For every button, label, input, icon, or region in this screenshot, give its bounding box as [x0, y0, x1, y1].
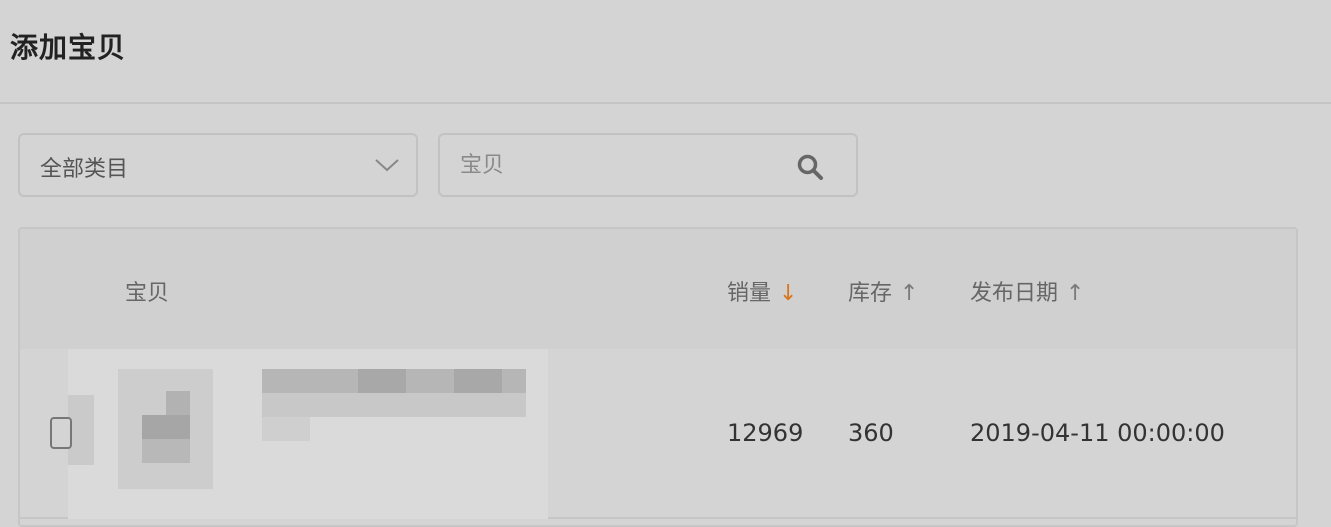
- search-input[interactable]: [440, 135, 780, 195]
- column-header-date[interactable]: 发布日期 ↑: [970, 275, 1084, 307]
- row-checkbox[interactable]: [50, 417, 72, 449]
- product-thumbnail-pixelated: [68, 349, 548, 519]
- column-header-date-label: 发布日期: [970, 281, 1059, 306]
- cell-sales: 12969: [727, 419, 804, 447]
- product-table: 宝贝 销量 ↓ 库存 ↑ 发布日期 ↑ 12969 360 2019-04-11 00…: [18, 227, 1298, 527]
- sort-asc-icon: ↑: [900, 281, 919, 306]
- cell-date: 2019-04-11 00:00:00: [970, 419, 1225, 447]
- column-header-stock[interactable]: 库存 ↑: [848, 275, 918, 307]
- sort-asc-icon: ↑: [1066, 281, 1085, 306]
- page-header: 添加宝贝: [0, 0, 1331, 104]
- column-header-stock-label: 库存: [848, 281, 893, 306]
- search-box: [438, 133, 858, 197]
- cell-stock: 360: [848, 419, 894, 447]
- category-select-value: 全部类目: [40, 157, 129, 182]
- search-icon[interactable]: [796, 153, 824, 181]
- page-title: 添加宝贝: [10, 31, 127, 64]
- column-header-product: 宝贝: [125, 281, 170, 306]
- table-header: 宝贝 销量 ↓ 库存 ↑ 发布日期 ↑: [20, 229, 1296, 349]
- category-select[interactable]: 全部类目: [18, 133, 418, 197]
- column-header-sales[interactable]: 销量 ↓: [727, 275, 797, 307]
- column-header-sales-label: 销量: [727, 281, 772, 306]
- table-row[interactable]: 12969 360 2019-04-11 00:00:00: [20, 349, 1296, 519]
- sort-desc-icon: ↓: [779, 281, 798, 306]
- chevron-down-icon: [375, 159, 399, 172]
